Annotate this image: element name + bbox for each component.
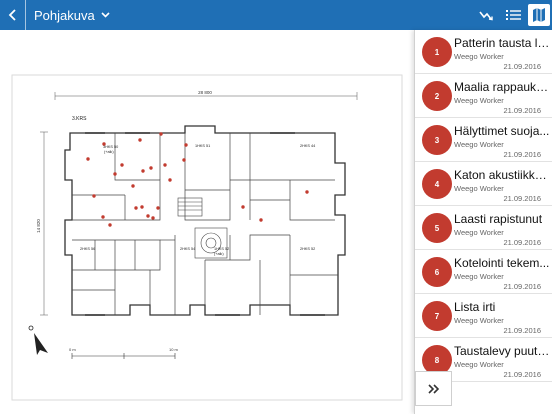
- trend-button[interactable]: [474, 0, 500, 30]
- marker: [149, 166, 153, 170]
- marker: [159, 132, 163, 136]
- marker: [134, 206, 138, 210]
- task-list-item[interactable]: 2 Maalia rappauks... Weego Worker 21.09.201…: [415, 74, 552, 118]
- map-button[interactable]: [528, 4, 550, 26]
- marker: [168, 178, 172, 182]
- marker: [184, 143, 188, 147]
- scale-bar: [71, 353, 176, 359]
- task-number-badge: 3: [422, 125, 452, 155]
- task-list-item[interactable]: 3 Hälyttimet suoja... Weego Worker 21.09.20…: [415, 118, 552, 162]
- marker: [156, 206, 160, 210]
- task-list-panel: 1 Patterin tausta li... Weego Worker 21.09.…: [414, 30, 552, 414]
- room-label-44: 2HKS 44: [300, 144, 315, 148]
- task-worker: Weego Worker: [454, 52, 504, 61]
- task-title: Maalia rappauks...: [454, 80, 550, 94]
- marker: [131, 184, 135, 188]
- task-title: Patterin tausta li...: [454, 36, 550, 50]
- marker: [146, 214, 150, 218]
- floorplan-drawing[interactable]: 28 800 14 820 3.KRS 3HKS 50 (+alk) 1HKS …: [0, 30, 414, 414]
- double-chevron-right-icon: [427, 383, 439, 394]
- task-date: 21.09.2016: [503, 326, 541, 335]
- room-label-53-extra: (+alk): [214, 252, 224, 256]
- list-button[interactable]: [500, 0, 526, 30]
- marker: [305, 190, 309, 194]
- task-list-item[interactable]: 1 Patterin tausta li... Weego Worker 21.09.…: [415, 30, 552, 74]
- chevron-down-icon: [101, 12, 110, 18]
- task-worker: Weego Worker: [454, 272, 504, 281]
- marker: [120, 163, 124, 167]
- marker: [163, 163, 167, 167]
- marker: [141, 169, 145, 173]
- floor-label: 3.KRS: [72, 116, 87, 122]
- interior-walls: [72, 133, 338, 315]
- view-selector[interactable]: Pohjakuva: [34, 0, 110, 30]
- room-label-50: 3HKS 50: [103, 145, 118, 149]
- task-number-badge: 2: [422, 81, 452, 111]
- marker: [108, 223, 112, 227]
- marker: [241, 205, 245, 209]
- marker: [151, 216, 155, 220]
- room-label-50-extra: (+alk): [104, 150, 114, 154]
- task-title: Taustalevy puutuu: [454, 344, 550, 358]
- expand-panel-button[interactable]: [415, 371, 452, 406]
- room-label-54: 2HKS 54: [180, 247, 195, 251]
- marker: [140, 205, 144, 209]
- task-date: 21.09.2016: [503, 282, 541, 291]
- marker: [113, 172, 117, 176]
- task-title: Katon akustiikka...: [454, 168, 550, 182]
- task-title: Kotelointi tekem...: [454, 256, 550, 270]
- width-dimension: 28 800: [198, 90, 212, 95]
- task-list-item[interactable]: 4 Katon akustiikka... Weego Worker 21.09.20…: [415, 162, 552, 206]
- task-title: Laasti rapistunut: [454, 212, 543, 226]
- task-worker: Weego Worker: [454, 184, 504, 193]
- marker: [259, 218, 263, 222]
- task-worker: Weego Worker: [454, 140, 504, 149]
- marker: [86, 157, 90, 161]
- room-label-51: 1HKS 51: [195, 144, 210, 148]
- task-date: 21.09.2016: [503, 106, 541, 115]
- marker: [182, 158, 186, 162]
- task-list-item[interactable]: 6 Kotelointi tekem... Weego Worker 21.09.20…: [415, 250, 552, 294]
- map-icon: [533, 8, 545, 22]
- task-number-badge: 4: [422, 169, 452, 199]
- task-number-badge: 7: [422, 301, 452, 331]
- top-bar: Pohjakuva: [0, 0, 552, 30]
- task-number-badge: 1: [422, 37, 452, 67]
- task-title: Hälyttimet suoja...: [454, 124, 550, 138]
- compass-north-arrow: [28, 325, 48, 355]
- marker: [138, 138, 142, 142]
- list-icon: [505, 10, 521, 20]
- task-date: 21.09.2016: [503, 62, 541, 71]
- task-date: 21.09.2016: [503, 238, 541, 247]
- task-worker: Weego Worker: [454, 360, 504, 369]
- room-label-52: 2HKS 52: [300, 247, 315, 251]
- task-list-item[interactable]: 7 Lista irti Weego Worker 21.09.2016: [415, 294, 552, 338]
- task-date: 21.09.2016: [503, 194, 541, 203]
- trend-line-icon: [479, 11, 493, 21]
- room-label-56: 2HKS 56: [80, 247, 95, 251]
- back-button[interactable]: [0, 0, 26, 30]
- scale-start-label: 0 m: [69, 347, 76, 352]
- marker: [101, 215, 105, 219]
- task-list-item[interactable]: 5 Laasti rapistunut Weego Worker 21.09.2016: [415, 206, 552, 250]
- task-date: 21.09.2016: [503, 370, 541, 379]
- task-worker: Weego Worker: [454, 228, 504, 237]
- marker: [102, 142, 106, 146]
- height-dimension: 14 820: [36, 219, 41, 233]
- task-date: 21.09.2016: [503, 150, 541, 159]
- task-number-badge: 6: [422, 257, 452, 287]
- task-title: Lista irti: [454, 300, 496, 314]
- scale-end-label: 10 m: [169, 347, 179, 352]
- task-number-badge: 5: [422, 213, 452, 243]
- view-title: Pohjakuva: [34, 7, 95, 23]
- marker: [92, 194, 96, 198]
- floorplan-canvas[interactable]: 28 800 14 820 3.KRS 3HKS 50 (+alk) 1HKS …: [0, 30, 414, 414]
- task-worker: Weego Worker: [454, 96, 504, 105]
- room-label-53: 1HKS 52: [214, 247, 229, 251]
- chevron-left-icon: [8, 9, 16, 21]
- task-worker: Weego Worker: [454, 316, 504, 325]
